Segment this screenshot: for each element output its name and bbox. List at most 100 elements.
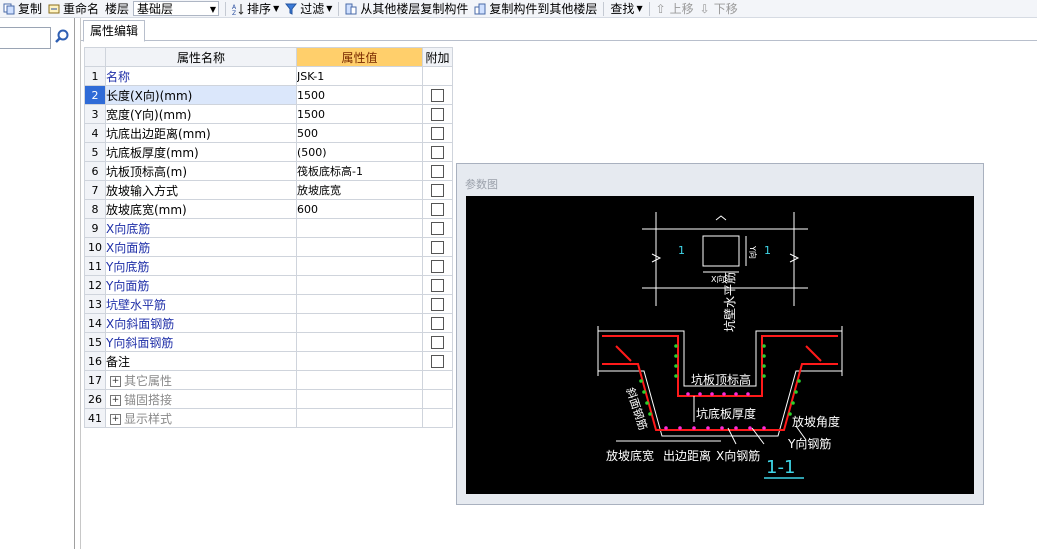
chevron-down-icon: ▼ bbox=[636, 4, 643, 13]
extra-checkbox[interactable] bbox=[431, 165, 444, 178]
property-value[interactable]: 600 bbox=[296, 199, 423, 219]
row-number: 1 bbox=[84, 66, 106, 86]
table-row[interactable]: 3 宽度(Y向)(mm) 1500 bbox=[84, 104, 453, 124]
extra-checkbox[interactable] bbox=[431, 108, 444, 121]
chevron-down-icon: ▼ bbox=[273, 4, 280, 13]
table-row[interactable]: 4 坑底出边距离(mm) 500 bbox=[84, 123, 453, 143]
row-number: 12 bbox=[84, 275, 106, 295]
property-value[interactable] bbox=[296, 332, 423, 352]
property-value[interactable] bbox=[296, 275, 423, 295]
row-number: 16 bbox=[84, 351, 106, 371]
table-row[interactable]: 7 放坡输入方式 放坡底宽 bbox=[84, 180, 453, 200]
move-down-button[interactable]: ⇩ 下移 bbox=[697, 0, 741, 17]
sort-button[interactable]: AZ 排序 ▼ bbox=[229, 0, 282, 17]
row-number: 5 bbox=[84, 142, 106, 162]
table-row[interactable]: 9 X向底筋 bbox=[84, 218, 453, 238]
table-row[interactable]: 13 坑壁水平筋 bbox=[84, 294, 453, 314]
extra-checkbox[interactable] bbox=[431, 184, 444, 197]
property-value[interactable] bbox=[296, 313, 423, 333]
copy-to-floor-icon bbox=[474, 3, 486, 14]
table-row[interactable]: 1 名称 JSK-1 bbox=[84, 66, 453, 86]
rename-button[interactable]: 重命名 bbox=[45, 0, 102, 17]
property-name: 宽度(Y向)(mm) bbox=[105, 104, 297, 124]
property-value[interactable]: 放坡底宽 bbox=[296, 180, 423, 200]
property-value[interactable]: 1500 bbox=[296, 85, 423, 105]
svg-text:Z: Z bbox=[232, 10, 236, 15]
extra-cell bbox=[422, 313, 453, 333]
property-value[interactable] bbox=[296, 351, 423, 371]
sort-label: 排序 bbox=[247, 2, 272, 16]
extra-cell bbox=[422, 256, 453, 276]
search-button[interactable] bbox=[52, 27, 72, 47]
filter-label: 过滤 bbox=[300, 2, 325, 16]
table-row-selected[interactable]: 2 长度(X向)(mm) 1500 bbox=[84, 85, 453, 105]
extra-checkbox[interactable] bbox=[431, 260, 444, 273]
move-up-button[interactable]: ⇧ 上移 bbox=[653, 0, 697, 17]
label-wall-bar: 坑壁水平筋 bbox=[722, 272, 737, 332]
name-column-header[interactable]: 属性名称 bbox=[105, 47, 297, 67]
copy-button[interactable]: 复制 bbox=[0, 0, 45, 17]
table-row[interactable]: 11 Y向底筋 bbox=[84, 256, 453, 276]
floor-select[interactable]: 基础层 ▼ bbox=[133, 1, 220, 16]
extra-checkbox[interactable] bbox=[431, 298, 444, 311]
table-row[interactable]: 12 Y向面筋 bbox=[84, 275, 453, 295]
property-value[interactable] bbox=[296, 256, 423, 276]
group-row[interactable]: 26 + 锚固搭接 bbox=[84, 389, 453, 409]
extra-checkbox[interactable] bbox=[431, 203, 444, 216]
property-value[interactable] bbox=[296, 294, 423, 314]
property-value[interactable]: 筏板底标高-1 bbox=[296, 161, 423, 181]
expand-icon[interactable]: + bbox=[110, 394, 121, 406]
tab-property-edit[interactable]: 属性编辑 bbox=[83, 20, 146, 42]
label-edge-distance: 出边距离 bbox=[663, 448, 711, 463]
extra-column-header[interactable]: 附加 bbox=[422, 47, 453, 67]
property-value[interactable]: 500 bbox=[296, 123, 423, 143]
sort-icon: AZ bbox=[232, 3, 244, 15]
extra-checkbox[interactable] bbox=[431, 279, 444, 292]
table-row[interactable]: 15 Y向斜面钢筋 bbox=[84, 332, 453, 352]
find-button[interactable]: 查找 ▼ bbox=[607, 0, 645, 17]
table-row[interactable]: 6 坑板顶标高(m) 筏板底标高-1 bbox=[84, 161, 453, 181]
expand-icon[interactable]: + bbox=[110, 413, 121, 425]
extra-checkbox[interactable] bbox=[431, 146, 444, 159]
property-name: 长度(X向)(mm) bbox=[105, 85, 297, 105]
group-name-cell: + 锚固搭接 bbox=[105, 389, 297, 409]
extra-checkbox[interactable] bbox=[431, 89, 444, 102]
property-value[interactable]: 1500 bbox=[296, 104, 423, 124]
extra-checkbox[interactable] bbox=[431, 355, 444, 368]
property-value[interactable]: (500) bbox=[296, 142, 423, 162]
extra-checkbox[interactable] bbox=[431, 241, 444, 254]
table-row[interactable]: 10 X向面筋 bbox=[84, 237, 453, 257]
extra-cell bbox=[422, 123, 453, 143]
extra-checkbox[interactable] bbox=[431, 127, 444, 140]
filter-button[interactable]: 过滤 ▼ bbox=[282, 0, 335, 17]
table-row[interactable]: 8 放坡底宽(mm) 600 bbox=[84, 199, 453, 219]
group-row[interactable]: 41 + 显示样式 bbox=[84, 408, 453, 428]
table-row[interactable]: 14 X向斜面钢筋 bbox=[84, 313, 453, 333]
table-row[interactable]: 16 备注 bbox=[84, 351, 453, 371]
group-row[interactable]: 17 + 其它属性 bbox=[84, 370, 453, 390]
expand-icon[interactable]: + bbox=[110, 375, 121, 387]
table-row[interactable]: 5 坑底板厚度(mm) (500) bbox=[84, 142, 453, 162]
toolbar-divider bbox=[603, 1, 605, 16]
group-name: 其它属性 bbox=[124, 373, 173, 388]
copy-from-other-floor-button[interactable]: 从其他楼层复制构件 bbox=[342, 0, 471, 17]
extra-checkbox[interactable] bbox=[431, 336, 444, 349]
copy-label: 复制 bbox=[18, 2, 43, 16]
row-number-header bbox=[84, 47, 106, 67]
copy-to-other-floor-label: 复制构件到其他楼层 bbox=[489, 2, 598, 16]
property-value[interactable]: JSK-1 bbox=[296, 66, 423, 86]
rename-icon bbox=[48, 4, 60, 13]
move-up-label: 上移 bbox=[669, 2, 694, 16]
search-input[interactable] bbox=[0, 27, 51, 49]
property-value[interactable] bbox=[296, 237, 423, 257]
diagram-svg: 1 1 X向 Y向 坑壁水平筋 坑板顶标高 斜面钢筋 坑底板厚度 放坡角度 Y向… bbox=[597, 212, 843, 479]
group-name-cell: + 显示样式 bbox=[105, 408, 297, 428]
extra-cell bbox=[422, 66, 453, 86]
value-column-header[interactable]: 属性值 bbox=[296, 47, 423, 67]
property-value[interactable] bbox=[296, 218, 423, 238]
extra-checkbox[interactable] bbox=[431, 317, 444, 330]
copy-to-other-floor-button[interactable]: 复制构件到其他楼层 bbox=[471, 0, 600, 17]
toolbar-divider bbox=[225, 1, 227, 16]
copy-icon bbox=[3, 3, 15, 14]
extra-checkbox[interactable] bbox=[431, 222, 444, 235]
